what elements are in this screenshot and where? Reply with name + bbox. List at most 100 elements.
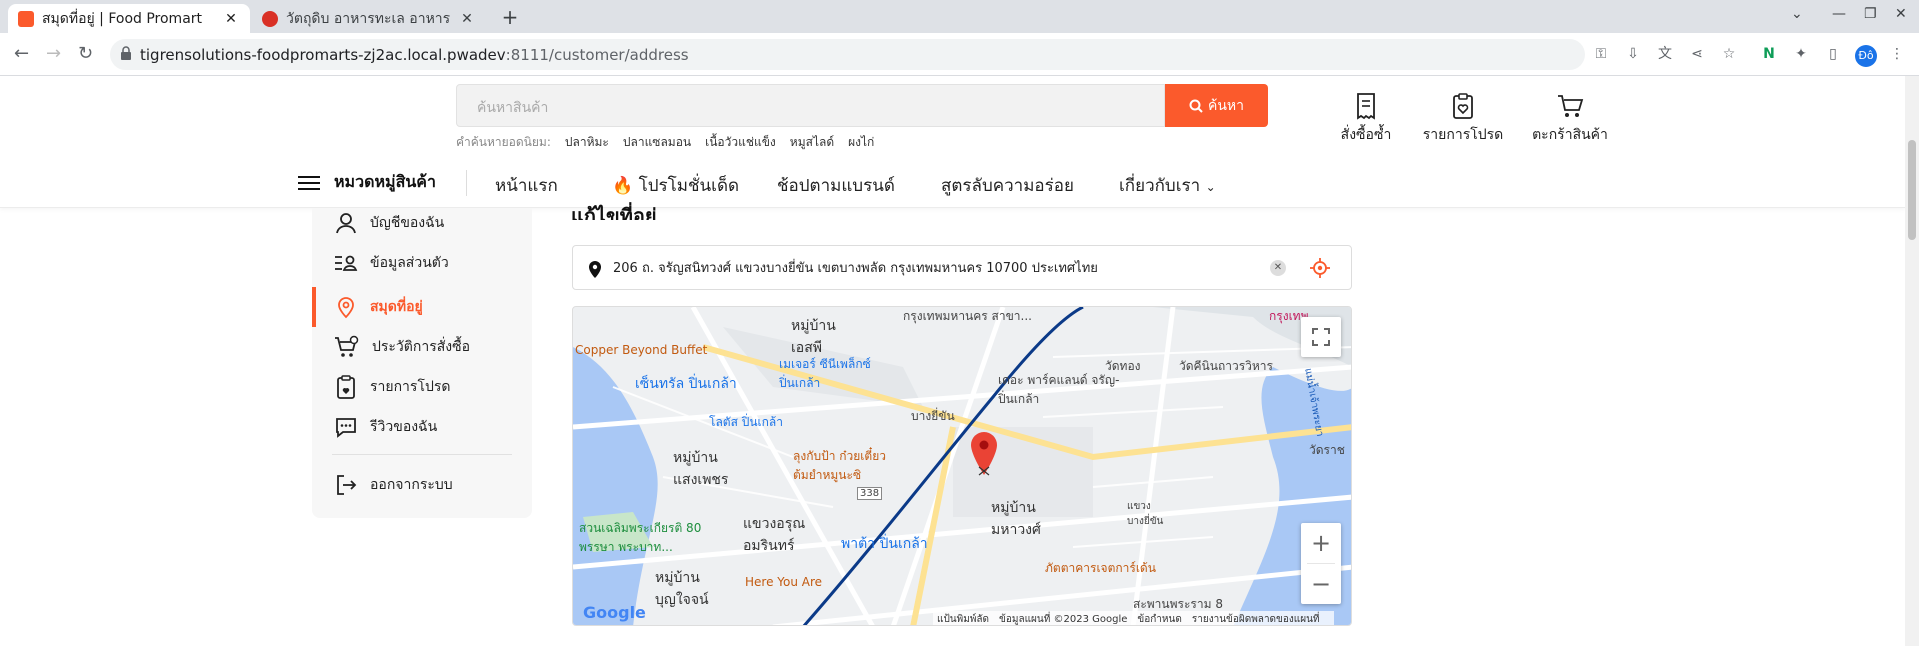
share-icon[interactable]: ⋖: [1688, 45, 1706, 63]
map-label: ลุงกับป้า ก๋วยเตี๋ยวต้มยำหมูนะซิ: [793, 449, 886, 482]
logout-icon: [337, 475, 357, 495]
menu-kebab-icon[interactable]: ⋮: [1888, 45, 1906, 63]
translate-icon[interactable]: 文: [1656, 45, 1674, 63]
map-pin-icon: [589, 261, 601, 278]
popular-term[interactable]: ปลาแซลมอน: [623, 133, 691, 152]
url-host: tigrensolutions-foodpromarts-zj2ac.local…: [140, 45, 506, 64]
map-label: กรุงเทพมหานคร สาขา...: [903, 309, 1032, 323]
sidebar-item-order-history[interactable]: ประวัติการสั่งซื้อ: [334, 332, 470, 362]
menu-promotions[interactable]: 🔥 โปรโมชั่นเด็ด: [612, 172, 739, 199]
map-label: เมเจอร์ ซีนีเพล็กซ์ ปิ่นเกล้า: [779, 357, 871, 390]
map-label: Copper Beyond Buffet: [575, 343, 708, 357]
scrollbar-thumb[interactable]: [1908, 140, 1916, 240]
site-header: ค้นหาสินค้า ค้นหา คำค้นหายอดนิยม: ปลาหิม…: [0, 76, 1905, 208]
fullscreen-button[interactable]: [1301, 317, 1341, 357]
close-tab-icon[interactable]: ✕: [458, 11, 476, 27]
bookmark-star-icon[interactable]: ☆: [1720, 45, 1738, 63]
map-label: แขวงอรุณ อมรินทร์: [743, 516, 806, 554]
menu-home[interactable]: หน้าแรก: [495, 172, 558, 199]
fullscreen-icon: [1312, 328, 1330, 346]
map-marker-icon: [971, 432, 997, 476]
popular-term[interactable]: ผงไก่: [848, 133, 874, 152]
address-search-field[interactable]: 206 ถ. จรัญสนิทวงศ์ แขวงบางยี่ขัน เขตบาง…: [572, 245, 1352, 290]
forward-icon[interactable]: →: [46, 43, 61, 64]
map-label: เซ็นทรัล ปิ่นเกล้า: [635, 376, 737, 392]
location-pin-icon: [338, 297, 354, 319]
google-map[interactable]: หมู่บ้าน เอสพี Copper Beyond Buffet เซ็น…: [572, 306, 1352, 626]
tab-ingredients[interactable]: วัตถุดิบ อาหารทะเล อาหาร ✕: [252, 4, 486, 33]
wishlist-label: รายการโปรด: [1422, 127, 1504, 143]
menu-promotions-label: โปรโมชั่นเด็ด: [638, 176, 740, 196]
reorder-button[interactable]: สั่งซื้อซ้ำ: [1316, 92, 1416, 146]
sidebar-item-address-book[interactable]: สมุดที่อยู่: [334, 292, 423, 322]
map-label: พาต้า ปิ่นเกล้า: [841, 536, 928, 552]
wishlist-button[interactable]: รายการโปรด: [1413, 92, 1513, 146]
category-menu-label: หมวดหมู่สินค้า: [334, 172, 436, 191]
clear-icon[interactable]: ✕: [1270, 260, 1286, 276]
sidebar-divider: [332, 454, 512, 455]
close-window-icon[interactable]: ✕: [1895, 6, 1907, 22]
category-menu-button[interactable]: หมวดหมู่สินค้า: [298, 170, 436, 195]
map-label: หมู่บ้าน มหาวงศ์: [991, 500, 1041, 538]
search-button[interactable]: ค้นหา: [1165, 84, 1268, 127]
sidebar-item-account[interactable]: บัญชีของฉัน: [334, 208, 444, 238]
logout-button[interactable]: ออกจากระบบ: [334, 470, 453, 500]
popular-term[interactable]: หมูสไลด์: [790, 133, 834, 152]
search-button-label: ค้นหา: [1207, 97, 1245, 114]
reorder-label: สั่งซื้อซ้ำ: [1340, 127, 1392, 143]
address-bar[interactable]: tigrensolutions-foodpromarts-zj2ac.local…: [110, 39, 1585, 70]
side-panel-icon[interactable]: ▯: [1824, 45, 1842, 63]
profile-list-icon: [335, 255, 358, 271]
sidebar-item-wishlist[interactable]: รายการโปรด: [334, 372, 450, 402]
map-label: แขวง บางยี่ขัน: [1127, 501, 1164, 527]
profile-avatar[interactable]: Đô: [1855, 45, 1877, 67]
site-favicon: [262, 10, 278, 27]
reload-icon[interactable]: ↻: [78, 43, 93, 64]
close-tab-icon[interactable]: ✕: [222, 11, 240, 27]
clipboard-heart-icon: [1453, 93, 1473, 119]
map-label: 338: [857, 487, 883, 500]
cart-icon: [1558, 95, 1584, 117]
cart-button[interactable]: ตะกร้าสินค้า: [1520, 92, 1620, 146]
back-icon[interactable]: ←: [14, 43, 29, 64]
sidebar-item-profile[interactable]: ข้อมูลส่วนตัว: [334, 248, 449, 278]
map-label: หมู่บ้าน แสงเพชร: [673, 450, 729, 488]
menu-about[interactable]: เกี่ยวกับเรา ⌄: [1119, 172, 1216, 199]
keyboard-shortcuts-link[interactable]: แป้นพิมพ์ลัด: [937, 612, 989, 626]
popular-searches: คำค้นหายอดนิยม: ปลาหิมะ ปลาแซลมอน เนื้อว…: [456, 133, 888, 152]
minimize-icon[interactable]: —: [1832, 6, 1846, 22]
popular-term[interactable]: ปลาหิมะ: [565, 133, 609, 152]
browser-toolbar: ← → ↻ tigrensolutions-foodpromarts-zj2ac…: [0, 33, 1919, 76]
chat-icon: [336, 418, 356, 438]
map-label: สวนเฉลิมพระเกียรติ 80 พรรษา พระบาท...: [579, 521, 702, 554]
main-menu: หมวดหมู่สินค้า หน้าแรก 🔥 โปรโมชั่นเด็ด ช…: [0, 158, 1905, 208]
tab-food-promart[interactable]: สมุดที่อยู่ | Food Promart ✕: [8, 4, 250, 33]
map-label: วัดทอง: [1105, 359, 1141, 373]
page-scrollbar[interactable]: [1905, 76, 1919, 646]
menu-brands[interactable]: ช้อปตามแบรนด์: [777, 172, 895, 199]
extensions-puzzle-icon[interactable]: ✦: [1792, 45, 1810, 63]
logout-label: ออกจากระบบ: [370, 477, 453, 493]
clipboard-heart-icon: [337, 375, 355, 399]
map-label: วัดคีนินถาวรวิหาร: [1179, 359, 1273, 373]
install-icon[interactable]: ⇩: [1624, 45, 1642, 63]
google-logo: Google: [583, 603, 646, 622]
tab-title: วัตถุดิบ อาหารทะเล อาหาร: [286, 10, 451, 27]
search-input[interactable]: ค้นหาสินค้า: [456, 84, 1165, 127]
current-location-icon[interactable]: [1310, 258, 1330, 278]
url-path: :8111/customer/address: [505, 45, 689, 64]
terms-link[interactable]: ข้อกำหนด: [1137, 612, 1181, 626]
restore-icon[interactable]: ❐: [1864, 6, 1877, 22]
popular-term[interactable]: เนื้อวัวแช่แข็ง: [705, 133, 776, 152]
tab-search-icon[interactable]: ⌄: [1791, 6, 1803, 22]
zoom-in-button[interactable]: +: [1301, 523, 1341, 563]
sidebar-item-reviews[interactable]: รีวิวของฉัน: [334, 412, 437, 442]
menu-recipes[interactable]: สูตรลับความอร่อย: [941, 172, 1074, 199]
extension-n-icon[interactable]: N: [1760, 45, 1778, 63]
key-icon[interactable]: ⚿: [1592, 45, 1610, 63]
zoom-out-button[interactable]: −: [1301, 564, 1341, 604]
sidebar-item-label: ประวัติการสั่งซื้อ: [372, 339, 471, 355]
user-icon: [336, 213, 356, 234]
report-error-link[interactable]: รายงานข้อผิดพลาดของแผนที่: [1192, 612, 1320, 626]
new-tab-button[interactable]: +: [496, 6, 524, 30]
